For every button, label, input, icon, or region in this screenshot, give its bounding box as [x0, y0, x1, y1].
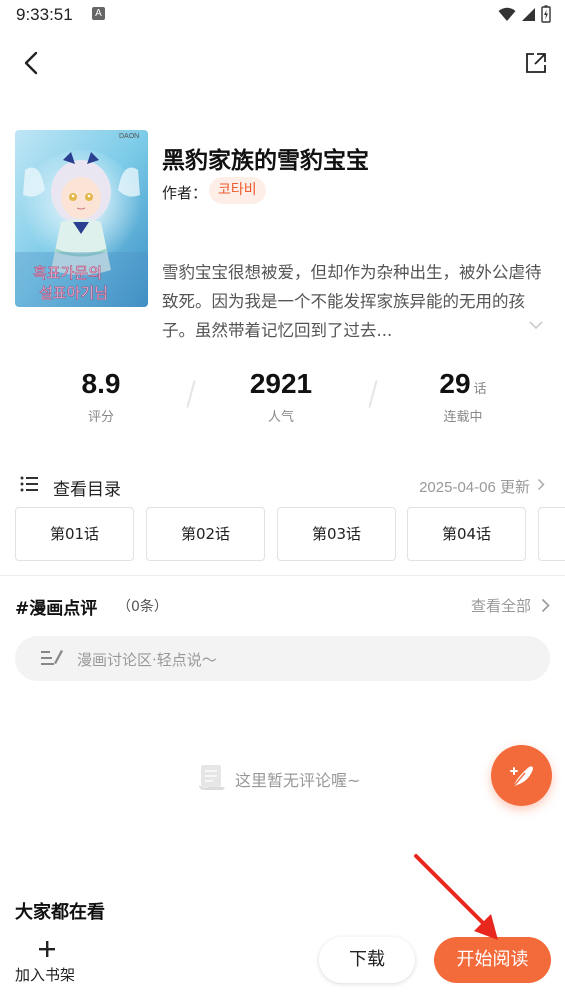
svg-text:흑표가문의: 흑표가문의 — [33, 264, 102, 282]
reviews-title: #漫画点评 — [15, 599, 98, 619]
share-icon — [526, 53, 546, 73]
list-icon — [20, 476, 38, 492]
edit-icon — [41, 650, 63, 665]
update-date: 2025-04-06 更新 — [419, 479, 530, 496]
start-reading-button[interactable]: 开始阅读 — [434, 937, 551, 983]
popular-section-title: 大家都在看 — [15, 902, 105, 923]
svg-text:설표아기님: 설표아기님 — [39, 284, 108, 302]
popularity-value: 2921 — [249, 368, 313, 399]
comment-input[interactable]: 漫画讨论区·轻点说～ — [15, 636, 550, 681]
plus-icon — [39, 941, 55, 957]
stat-popularity: 2921 人气 — [211, 368, 351, 425]
chapters-unit: 话 — [473, 381, 487, 396]
popularity-label: 人气 — [267, 410, 294, 425]
add-to-shelf-label: 加入书架 — [15, 966, 76, 984]
signal-icon — [522, 7, 535, 21]
chevron-down-icon[interactable] — [528, 320, 544, 330]
author-tag[interactable]: 코타비 — [209, 177, 266, 204]
feather-pen-icon — [509, 765, 533, 787]
chapters-value: 29 — [439, 368, 471, 399]
notification-icon: A — [92, 7, 105, 20]
manga-title: 黑豹家族的雪豹宝宝 — [162, 148, 369, 174]
chapters-value-row: 29 话 — [393, 368, 533, 400]
comment-input-placeholder: 漫画讨论区·轻点说～ — [77, 651, 217, 669]
stat-rating: 8.9 评分 — [31, 368, 171, 425]
reviews-count: （0条） — [117, 599, 168, 615]
chapter-chip-04[interactable]: 第04话 — [407, 507, 526, 561]
add-to-shelf-button[interactable]: 加入书架 — [10, 938, 86, 990]
stat-divider — [368, 380, 378, 408]
chapter-chip-03[interactable]: 第03话 — [277, 507, 396, 561]
chapter-chip-partial[interactable] — [538, 507, 565, 561]
wifi-icon — [498, 7, 516, 21]
cover-image[interactable]: 흑표가문의 설표아기님 DAON — [15, 130, 148, 307]
chapter-chip-01[interactable]: 第01话 — [15, 507, 134, 561]
chapter-chip-02[interactable]: 第02话 — [146, 507, 265, 561]
chevron-right-icon[interactable] — [541, 598, 550, 613]
cover-illustration: 흑표가문의 설표아기님 DAON — [15, 130, 148, 307]
chevron-right-icon — [537, 478, 545, 491]
download-button[interactable]: 下载 — [319, 937, 415, 983]
chevron-left-icon — [24, 51, 38, 75]
stat-divider — [186, 380, 196, 408]
stat-chapters: 29 话 连载中 — [393, 368, 533, 425]
author-label: 作者： — [162, 184, 208, 202]
top-nav — [0, 40, 565, 84]
synopsis[interactable]: 雪豹宝宝很想被爱，但却作为杂种出生，被外公虐待致死。因为我是一个不能发挥家族异能… — [162, 258, 550, 346]
status-bar: 9:33:51 A — [0, 0, 565, 32]
write-review-button[interactable] — [491, 745, 552, 806]
toc-row[interactable]: 查看目录 2025-04-06 更新 — [0, 470, 565, 502]
section-divider — [0, 575, 565, 576]
view-all-reviews-link[interactable]: 查看全部 — [471, 595, 531, 616]
battery-icon — [541, 5, 551, 23]
toc-label: 查看目录 — [53, 480, 121, 500]
chapters-label: 连载中 — [443, 410, 483, 425]
empty-comments-text: 这里暂无评论喔~ — [235, 771, 361, 790]
chapter-list: 第01话 第02话 第03话 第04话 — [15, 507, 565, 561]
back-button[interactable] — [14, 46, 48, 80]
rating-label: 评分 — [87, 410, 114, 425]
stats-row: 8.9 评分 2921 人气 29 话 连载中 — [0, 368, 565, 438]
system-icons — [498, 5, 551, 23]
empty-comments-icon — [199, 765, 225, 790]
svg-text:DAON: DAON — [119, 133, 139, 140]
status-time: 9:33:51 — [16, 5, 73, 24]
rating-value: 8.9 — [81, 368, 121, 399]
share-button[interactable] — [519, 46, 553, 80]
